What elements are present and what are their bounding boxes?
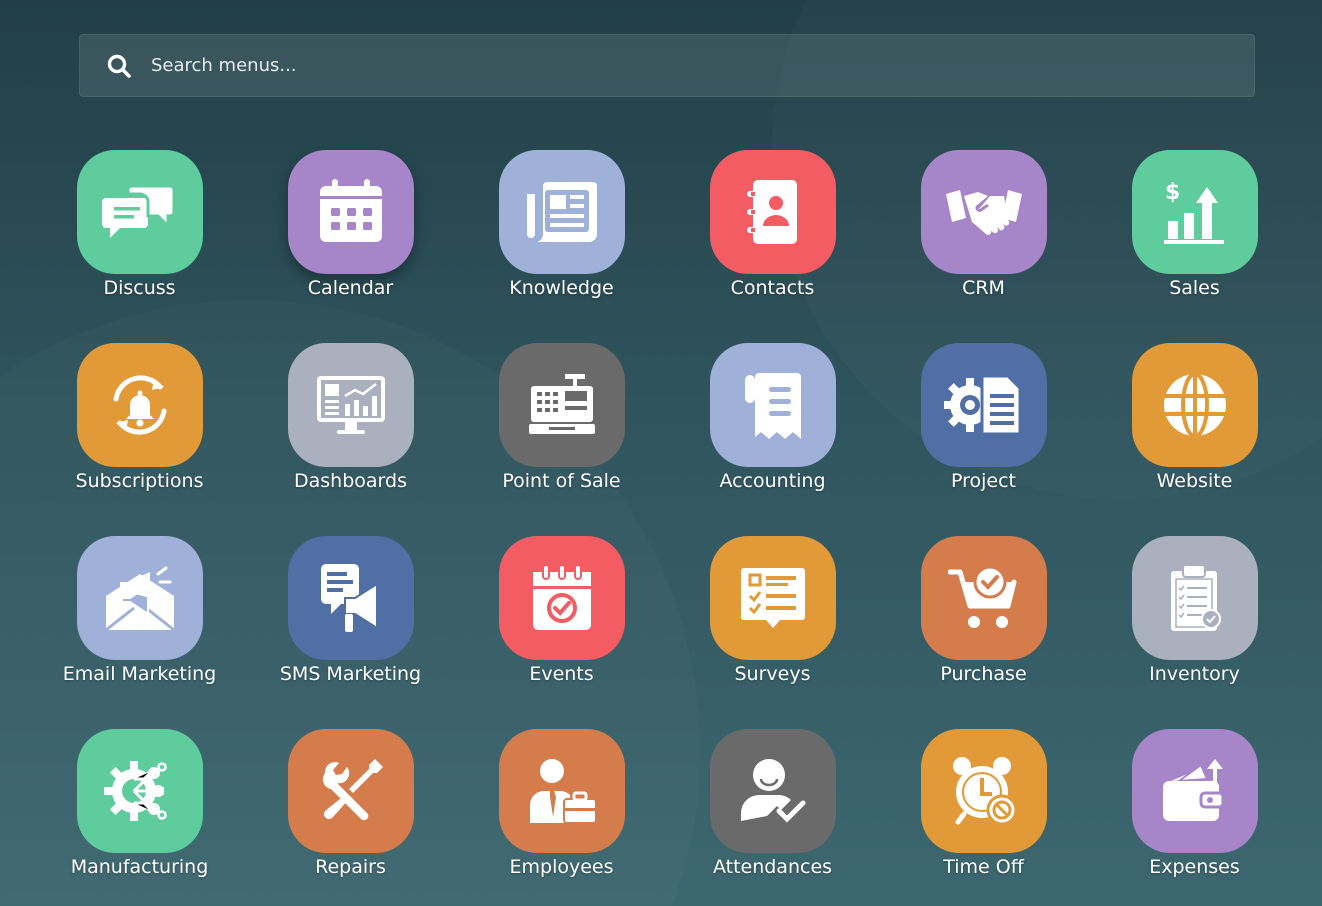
app-surveys[interactable]: Surveys [667, 536, 878, 729]
app-label: Contacts [730, 277, 815, 299]
app-label: Subscriptions [75, 470, 204, 492]
app-calendar[interactable]: Calendar [245, 150, 456, 343]
bell-refresh-icon [76, 343, 203, 467]
app-label: Discuss [103, 277, 176, 299]
calendar-check-icon [498, 536, 625, 660]
app-label: Inventory [1149, 663, 1240, 685]
app-repairs[interactable]: Repairs [245, 729, 456, 906]
wrench-screwdriver-icon [287, 729, 414, 853]
app-label: Sales [1169, 277, 1220, 299]
calendar-icon [287, 150, 414, 274]
app-label: Attendances [712, 856, 833, 878]
app-time-off[interactable]: Time Off [878, 729, 1089, 906]
phone-megaphone-icon [287, 536, 414, 660]
clipboard-check-icon [1131, 536, 1258, 660]
app-subscriptions[interactable]: Subscriptions [34, 343, 245, 536]
alarm-clock-icon [920, 729, 1047, 853]
app-dashboards[interactable]: Dashboards [245, 343, 456, 536]
wallet-icon [1131, 729, 1258, 853]
app-discuss[interactable]: Discuss [34, 150, 245, 343]
app-label: Time Off [943, 856, 1024, 878]
app-attendances[interactable]: Attendances [667, 729, 878, 906]
app-label: Expenses [1149, 856, 1240, 878]
app-website[interactable]: Website [1089, 343, 1300, 536]
shopping-cart-icon [920, 536, 1047, 660]
monitor-chart-icon [287, 343, 414, 467]
app-manufacturing[interactable]: Manufacturing [34, 729, 245, 906]
app-label: CRM [962, 277, 1005, 299]
app-point-of-sale[interactable]: Point of Sale [456, 343, 667, 536]
svg-text:$: $ [1165, 180, 1180, 205]
app-label: Email Marketing [62, 663, 217, 685]
app-sms-marketing[interactable]: SMS Marketing [245, 536, 456, 729]
chat-bubbles-icon [76, 150, 203, 274]
search-icon [105, 52, 133, 80]
app-employees[interactable]: Employees [456, 729, 667, 906]
app-expenses[interactable]: Expenses [1089, 729, 1300, 906]
search-bar[interactable] [79, 34, 1255, 97]
newspaper-icon [498, 150, 625, 274]
envelope-megaphone-icon [76, 536, 203, 660]
app-label: Repairs [315, 856, 386, 878]
app-grid: Discuss Calendar Knowledge Contacts CRM … [34, 150, 1304, 906]
app-label: Website [1156, 470, 1233, 492]
app-purchase[interactable]: Purchase [878, 536, 1089, 729]
search-input[interactable] [151, 55, 1254, 76]
app-label: SMS Marketing [279, 663, 422, 685]
app-label: Employees [509, 856, 614, 878]
app-accounting[interactable]: Accounting [667, 343, 878, 536]
app-label: Purchase [940, 663, 1027, 685]
sales-chart-icon: $ [1131, 150, 1258, 274]
gear-document-icon [920, 343, 1047, 467]
app-project[interactable]: Project [878, 343, 1089, 536]
app-label: Events [529, 663, 594, 685]
app-knowledge[interactable]: Knowledge [456, 150, 667, 343]
app-sales[interactable]: $ Sales [1089, 150, 1300, 343]
app-label: Dashboards [294, 470, 407, 492]
employee-briefcase-icon [498, 729, 625, 853]
app-events[interactable]: Events [456, 536, 667, 729]
cash-register-icon [498, 343, 625, 467]
survey-checklist-icon [709, 536, 836, 660]
app-inventory[interactable]: Inventory [1089, 536, 1300, 729]
app-crm[interactable]: CRM [878, 150, 1089, 343]
address-book-icon [709, 150, 836, 274]
user-check-icon [709, 729, 836, 853]
receipt-icon [709, 343, 836, 467]
app-label: Point of Sale [502, 470, 621, 492]
app-label: Manufacturing [70, 856, 209, 878]
app-label: Surveys [734, 663, 811, 685]
app-email-marketing[interactable]: Email Marketing [34, 536, 245, 729]
globe-icon [1131, 343, 1258, 467]
app-label: Knowledge [509, 277, 614, 299]
app-label: Accounting [719, 470, 826, 492]
app-contacts[interactable]: Contacts [667, 150, 878, 343]
app-label: Calendar [307, 277, 394, 299]
handshake-icon [920, 150, 1047, 274]
gear-circuit-icon [76, 729, 203, 853]
app-label: Project [950, 470, 1016, 492]
